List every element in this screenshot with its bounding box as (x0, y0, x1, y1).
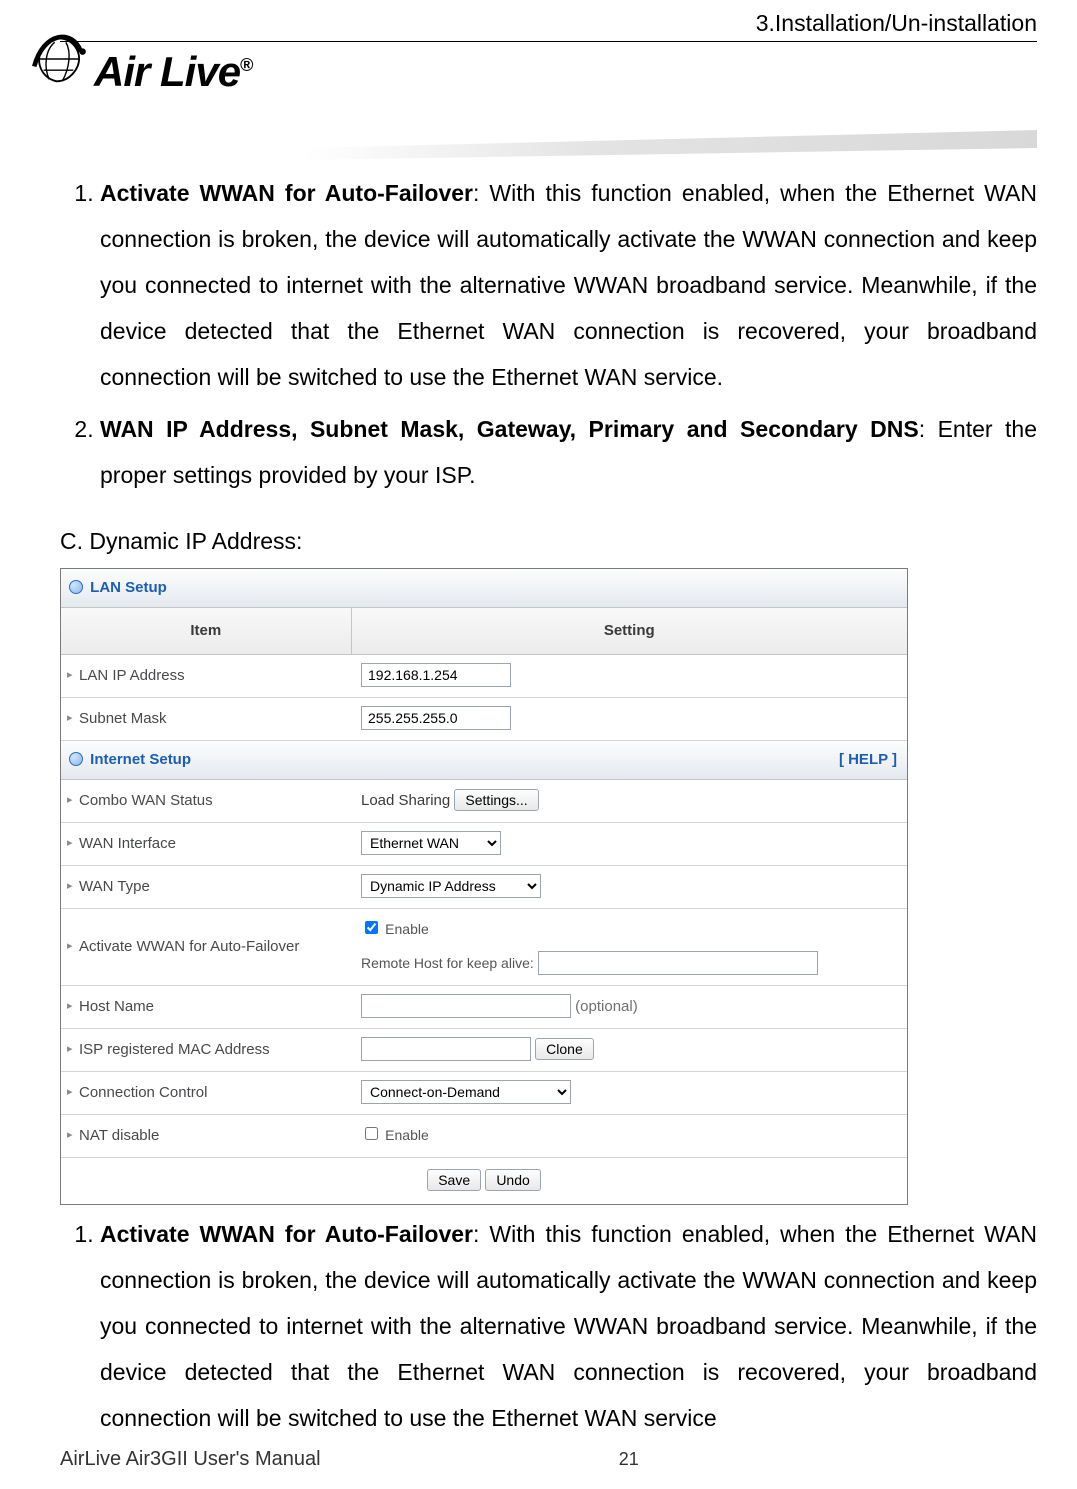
bottom-list: Activate WWAN for Auto-Failover: With th… (60, 1211, 1037, 1441)
settings-panel: LAN Setup Item Setting LAN IP Address Su… (60, 568, 908, 1205)
connection-control-select[interactable]: Connect-on-Demand (361, 1080, 571, 1104)
lan-ip-input[interactable] (361, 663, 511, 687)
label-isp-mac: ISP registered MAC Address (61, 1029, 351, 1072)
isp-mac-input[interactable] (361, 1037, 531, 1061)
section-c-heading: C. Dynamic IP Address: (60, 518, 1037, 564)
combo-wan-prefix: Load Sharing (361, 792, 450, 809)
lan-setup-title: LAN Setup (90, 579, 167, 596)
label-connection-control: Connection Control (61, 1072, 351, 1115)
bold-term: Activate WWAN for Auto-Failover (100, 1221, 473, 1247)
failover-enable-checkbox[interactable] (365, 921, 378, 934)
col-item: Item (61, 608, 351, 655)
page-footer: AirLive Air3GII User's Manual 21 (60, 1448, 1037, 1471)
label-wan-type: WAN Type (61, 866, 351, 909)
wan-type-select[interactable]: Dynamic IP Address (361, 874, 541, 898)
host-name-hint: (optional) (575, 998, 638, 1015)
column-header-row: Item Setting (61, 608, 907, 655)
remote-host-input[interactable] (538, 951, 818, 975)
globe-icon (69, 752, 83, 766)
failover-enable-label: Enable (385, 921, 429, 937)
internet-setup-title: Internet Setup (90, 751, 191, 768)
remote-host-label: Remote Host for keep alive: (361, 955, 534, 971)
label-nat-disable: NAT disable (61, 1115, 351, 1158)
top-list: Activate WWAN for Auto-Failover: With th… (60, 170, 1037, 498)
page-header: 3.Installation/Un-installation Air Live® (60, 10, 1037, 140)
item-text: : With this function enabled, when the E… (100, 180, 1037, 390)
lan-setup-header: LAN Setup (61, 569, 907, 608)
item-text: : With this function enabled, when the E… (100, 1221, 1037, 1431)
globe-icon (69, 580, 83, 594)
combo-settings-button[interactable]: Settings... (454, 789, 538, 811)
label-lan-ip: LAN IP Address (61, 655, 351, 698)
action-row: Save Undo (61, 1158, 907, 1205)
wan-interface-select[interactable]: Ethernet WAN (361, 831, 501, 855)
list-item: WAN IP Address, Subnet Mask, Gateway, Pr… (100, 406, 1037, 498)
nat-disable-checkbox[interactable] (365, 1127, 378, 1140)
brand-text: Air Live® (94, 48, 252, 96)
subnet-input[interactable] (361, 706, 511, 730)
header-gradient (304, 130, 1037, 160)
save-button[interactable]: Save (427, 1169, 481, 1191)
label-auto-failover: Activate WWAN for Auto-Failover (61, 909, 351, 986)
help-link[interactable]: [ HELP ] (839, 745, 897, 775)
label-host-name: Host Name (61, 986, 351, 1029)
label-subnet: Subnet Mask (61, 698, 351, 741)
label-wan-interface: WAN Interface (61, 823, 351, 866)
list-item: Activate WWAN for Auto-Failover: With th… (100, 1211, 1037, 1441)
host-name-input[interactable] (361, 994, 571, 1018)
bold-term: WAN IP Address, Subnet Mask, Gateway, Pr… (100, 416, 919, 442)
bold-term: Activate WWAN for Auto-Failover (100, 180, 473, 206)
list-item: Activate WWAN for Auto-Failover: With th… (100, 170, 1037, 400)
col-setting: Setting (351, 608, 907, 655)
label-combo-wan: Combo WAN Status (61, 780, 351, 823)
page-number: 21 (221, 1449, 1037, 1470)
globe-icon (25, 20, 90, 85)
brand-logo: Air Live® (25, 20, 252, 85)
internet-setup-header: Internet Setup [ HELP ] (61, 741, 907, 780)
nat-disable-label: Enable (385, 1127, 429, 1143)
clone-button[interactable]: Clone (535, 1038, 594, 1060)
undo-button[interactable]: Undo (485, 1169, 540, 1191)
